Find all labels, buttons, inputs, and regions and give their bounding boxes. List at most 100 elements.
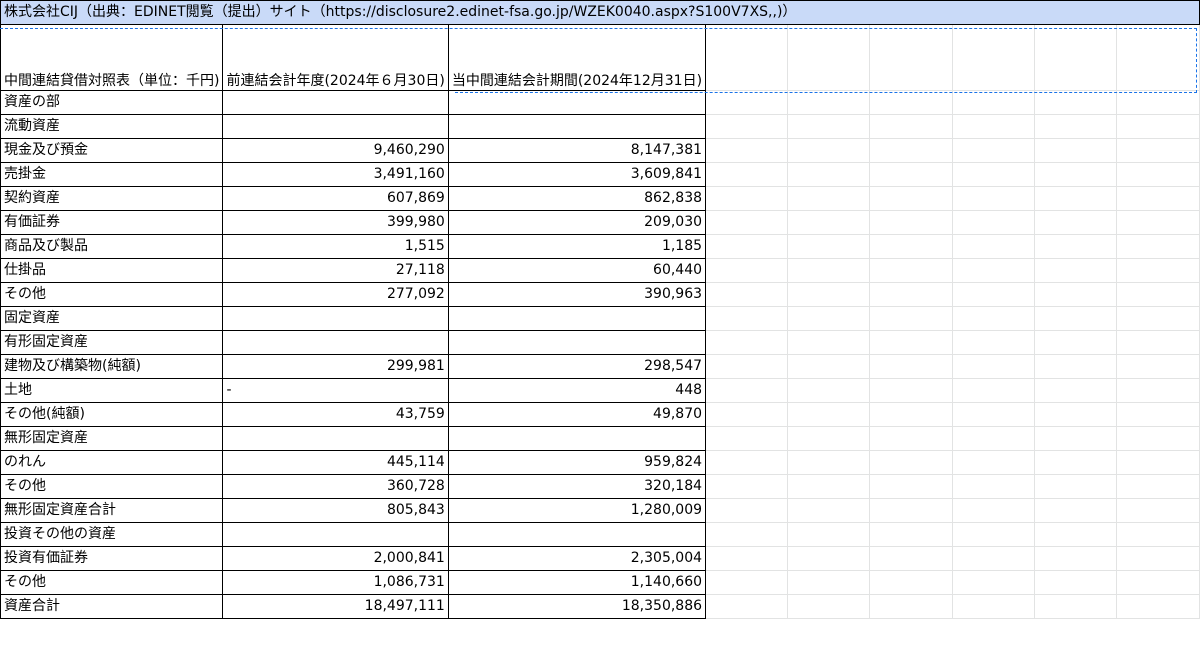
empty-cell[interactable]: [1033, 498, 1118, 523]
empty-cell[interactable]: [787, 522, 871, 547]
current-period-value-cell[interactable]: 959,824: [447, 450, 707, 475]
empty-cell[interactable]: [787, 594, 871, 619]
empty-cell[interactable]: [705, 594, 789, 619]
empty-cell[interactable]: [1033, 138, 1118, 163]
empty-cell[interactable]: [869, 402, 953, 427]
empty-cell[interactable]: [951, 90, 1035, 115]
prev-year-value-cell[interactable]: 3,491,160: [222, 162, 449, 187]
empty-cell[interactable]: [705, 186, 789, 211]
empty-cell[interactable]: [787, 162, 871, 187]
empty-cell[interactable]: [787, 474, 871, 499]
header-cell-current-period[interactable]: 当中間連結会計期間(2024年12月31日): [447, 24, 707, 91]
empty-cell[interactable]: [1116, 426, 1200, 451]
row-label-cell[interactable]: 契約資産: [0, 186, 224, 211]
header-cell-item[interactable]: 中間連結貸借対照表（単位：千円): [0, 24, 224, 91]
empty-cell[interactable]: [705, 354, 789, 379]
empty-cell[interactable]: [787, 354, 871, 379]
prev-year-value-cell[interactable]: 43,759: [222, 402, 449, 427]
prev-year-value-cell[interactable]: [222, 522, 449, 547]
empty-cell[interactable]: [869, 90, 953, 115]
empty-cell[interactable]: [951, 210, 1035, 235]
empty-cell[interactable]: [787, 258, 871, 283]
empty-cell[interactable]: [1116, 546, 1200, 571]
empty-cell[interactable]: [869, 306, 953, 331]
empty-cell[interactable]: [1033, 594, 1118, 619]
empty-cell[interactable]: [787, 114, 871, 139]
empty-cell[interactable]: [869, 186, 953, 211]
empty-cell[interactable]: [1033, 282, 1118, 307]
empty-cell[interactable]: [869, 210, 953, 235]
prev-year-value-cell[interactable]: 27,118: [222, 258, 449, 283]
empty-cell[interactable]: [951, 402, 1035, 427]
empty-cell[interactable]: [787, 90, 871, 115]
empty-cell[interactable]: [705, 210, 789, 235]
empty-cell[interactable]: [1116, 378, 1200, 403]
empty-cell[interactable]: [951, 546, 1035, 571]
empty-cell[interactable]: [951, 474, 1035, 499]
empty-cell[interactable]: [1033, 210, 1118, 235]
prev-year-value-cell[interactable]: 299,981: [222, 354, 449, 379]
current-period-value-cell[interactable]: 3,609,841: [447, 162, 707, 187]
empty-cell[interactable]: [1116, 570, 1200, 595]
row-label-cell[interactable]: 有価証券: [0, 210, 224, 235]
empty-cell[interactable]: [1116, 402, 1200, 427]
row-label-cell[interactable]: 流動資産: [0, 114, 224, 139]
empty-cell[interactable]: [1033, 570, 1118, 595]
prev-year-value-cell[interactable]: 445,114: [222, 450, 449, 475]
empty-cell[interactable]: [1033, 234, 1118, 259]
empty-cell[interactable]: [1116, 522, 1200, 547]
empty-cell[interactable]: [1116, 498, 1200, 523]
prev-year-value-cell[interactable]: 2,000,841: [222, 546, 449, 571]
current-period-value-cell[interactable]: 2,305,004: [447, 546, 707, 571]
empty-cell[interactable]: [787, 546, 871, 571]
row-label-cell[interactable]: 投資有価証券: [0, 546, 224, 571]
empty-cell[interactable]: [869, 138, 953, 163]
empty-cell[interactable]: [705, 426, 789, 451]
empty-cell[interactable]: [1033, 450, 1118, 475]
empty-cell[interactable]: [869, 498, 953, 523]
empty-cell[interactable]: [1033, 186, 1118, 211]
empty-cell[interactable]: [705, 498, 789, 523]
current-period-value-cell[interactable]: 862,838: [447, 186, 707, 211]
empty-cell[interactable]: [705, 306, 789, 331]
empty-cell[interactable]: [869, 114, 953, 139]
row-label-cell[interactable]: 資産の部: [0, 90, 224, 115]
empty-cell[interactable]: [951, 186, 1035, 211]
empty-cell[interactable]: [1033, 258, 1118, 283]
row-label-cell[interactable]: 売掛金: [0, 162, 224, 187]
empty-cell[interactable]: [787, 402, 871, 427]
empty-cell[interactable]: [787, 426, 871, 451]
empty-cell[interactable]: [1033, 114, 1118, 139]
prev-year-value-cell[interactable]: [222, 306, 449, 331]
empty-cell[interactable]: [1116, 258, 1200, 283]
current-period-value-cell[interactable]: [447, 330, 707, 355]
empty-cell[interactable]: [1116, 24, 1200, 91]
empty-cell[interactable]: [705, 282, 789, 307]
empty-cell[interactable]: [869, 522, 953, 547]
empty-cell[interactable]: [1033, 330, 1118, 355]
current-period-value-cell[interactable]: 8,147,381: [447, 138, 707, 163]
empty-cell[interactable]: [1116, 474, 1200, 499]
empty-cell[interactable]: [705, 450, 789, 475]
empty-cell[interactable]: [705, 546, 789, 571]
empty-cell[interactable]: [1033, 24, 1118, 91]
empty-cell[interactable]: [951, 162, 1035, 187]
row-label-cell[interactable]: 有形固定資産: [0, 330, 224, 355]
empty-cell[interactable]: [869, 24, 953, 91]
row-label-cell[interactable]: 投資その他の資産: [0, 522, 224, 547]
empty-cell[interactable]: [951, 498, 1035, 523]
empty-cell[interactable]: [787, 234, 871, 259]
empty-cell[interactable]: [1033, 162, 1118, 187]
empty-cell[interactable]: [705, 162, 789, 187]
empty-cell[interactable]: [951, 426, 1035, 451]
empty-cell[interactable]: [787, 498, 871, 523]
empty-cell[interactable]: [705, 402, 789, 427]
empty-cell[interactable]: [705, 522, 789, 547]
prev-year-value-cell[interactable]: 399,980: [222, 210, 449, 235]
empty-cell[interactable]: [951, 594, 1035, 619]
empty-cell[interactable]: [787, 330, 871, 355]
row-label-cell[interactable]: 建物及び構築物(純額): [0, 354, 224, 379]
empty-cell[interactable]: [951, 258, 1035, 283]
current-period-value-cell[interactable]: 60,440: [447, 258, 707, 283]
empty-cell[interactable]: [951, 450, 1035, 475]
